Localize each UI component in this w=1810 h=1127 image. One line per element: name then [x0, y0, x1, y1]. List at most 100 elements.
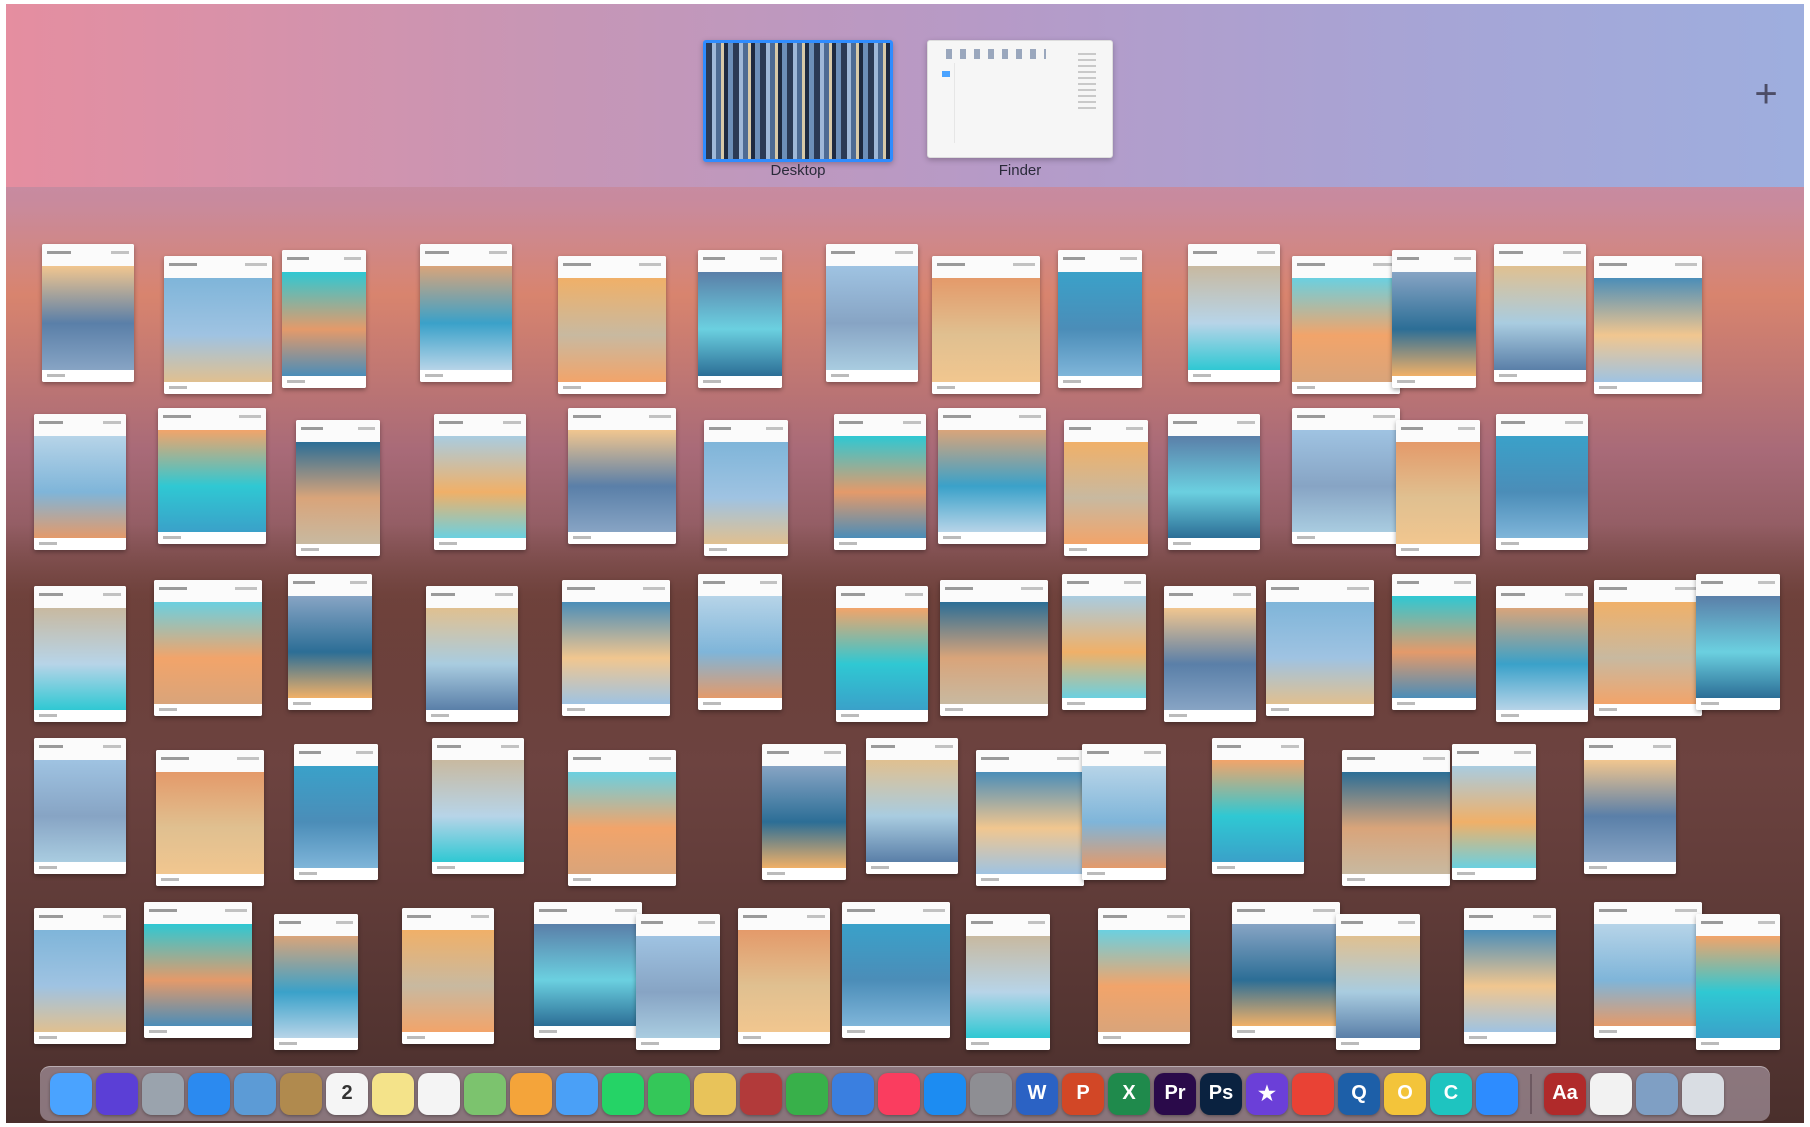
star-icon[interactable]: ★	[1246, 1072, 1288, 1115]
window-thumbnail[interactable]	[1452, 744, 1536, 880]
powerpoint-icon[interactable]: P	[1062, 1072, 1104, 1115]
window-thumbnail[interactable]	[762, 744, 846, 880]
numbers-icon[interactable]	[786, 1072, 828, 1115]
sketchbook-icon[interactable]	[694, 1072, 736, 1115]
image-capture-icon[interactable]	[1636, 1072, 1678, 1115]
zoom-icon[interactable]	[1476, 1072, 1518, 1115]
window-thumbnail[interactable]	[1396, 420, 1480, 556]
word-icon[interactable]: W	[1016, 1072, 1058, 1115]
window-thumbnail[interactable]	[1342, 750, 1450, 886]
calendar-icon[interactable]: 2	[326, 1072, 368, 1115]
window-thumbnail[interactable]	[402, 908, 494, 1044]
window-thumbnail[interactable]	[434, 414, 526, 550]
notes-icon[interactable]	[372, 1072, 414, 1115]
gear-icon[interactable]	[970, 1072, 1012, 1115]
window-thumbnail[interactable]	[940, 580, 1048, 716]
window-thumbnail[interactable]	[738, 908, 830, 1044]
outlook-icon[interactable]: O	[1384, 1072, 1426, 1115]
window-thumbnail[interactable]	[836, 586, 928, 722]
window-thumbnail[interactable]	[842, 902, 950, 1038]
app-store-icon[interactable]	[924, 1072, 966, 1115]
window-thumbnail[interactable]	[1164, 586, 1256, 722]
window-thumbnail[interactable]	[1292, 408, 1400, 544]
window-thumbnail[interactable]	[1188, 244, 1280, 382]
window-thumbnail[interactable]	[834, 414, 926, 550]
window-thumbnail[interactable]	[866, 738, 958, 874]
window-thumbnail[interactable]	[1232, 902, 1340, 1038]
window-thumbnail[interactable]	[42, 244, 134, 382]
window-thumbnail[interactable]	[1336, 914, 1420, 1050]
c-app-icon[interactable]: C	[1430, 1072, 1472, 1115]
window-thumbnail[interactable]	[432, 738, 524, 874]
window-thumbnail[interactable]	[558, 256, 666, 394]
music-icon[interactable]	[878, 1072, 920, 1115]
window-thumbnail[interactable]	[1168, 414, 1260, 550]
window-thumbnail[interactable]	[1392, 250, 1476, 388]
window-thumbnail[interactable]	[144, 902, 252, 1038]
window-thumbnail[interactable]	[562, 580, 670, 716]
window-thumbnail[interactable]	[34, 738, 126, 874]
window-thumbnail[interactable]	[1392, 574, 1476, 710]
dictionary-icon[interactable]: Aa	[1544, 1072, 1586, 1115]
window-thumbnail[interactable]	[34, 586, 126, 722]
window-thumbnail[interactable]	[1266, 580, 1374, 716]
reminders-icon[interactable]	[418, 1072, 460, 1115]
window-thumbnail[interactable]	[636, 914, 720, 1050]
launchpad-icon[interactable]	[142, 1072, 184, 1115]
finder-icon[interactable]	[50, 1072, 92, 1115]
window-thumbnail[interactable]	[1212, 738, 1304, 874]
window-thumbnail[interactable]	[568, 750, 676, 886]
window-thumbnail[interactable]	[1464, 908, 1556, 1044]
window-thumbnail[interactable]	[1594, 580, 1702, 716]
window-thumbnail[interactable]	[1058, 250, 1142, 388]
photoshop-icon[interactable]: Ps	[1200, 1072, 1242, 1115]
window-thumbnail[interactable]	[826, 244, 918, 382]
window-thumbnail[interactable]	[296, 420, 380, 556]
quicktime-icon[interactable]: Q	[1338, 1072, 1380, 1115]
window-thumbnail[interactable]	[154, 580, 262, 716]
window-thumbnail[interactable]	[1064, 420, 1148, 556]
window-thumbnail[interactable]	[1594, 902, 1702, 1038]
window-thumbnail[interactable]	[1082, 744, 1166, 880]
window-thumbnail[interactable]	[1292, 256, 1400, 394]
window-thumbnail[interactable]	[932, 256, 1040, 394]
window-thumbnail[interactable]	[1584, 738, 1676, 874]
maps-icon[interactable]	[464, 1072, 506, 1115]
safari-icon[interactable]	[188, 1072, 230, 1115]
window-thumbnail[interactable]	[288, 574, 372, 710]
window-thumbnail[interactable]	[156, 750, 264, 886]
window-thumbnail[interactable]	[1098, 908, 1190, 1044]
siri-icon[interactable]	[96, 1072, 138, 1115]
window-thumbnail[interactable]	[158, 408, 266, 544]
whatsapp-icon[interactable]	[602, 1072, 644, 1115]
window-thumbnail[interactable]	[420, 244, 512, 382]
window-thumbnail[interactable]	[966, 914, 1050, 1050]
window-thumbnail[interactable]	[568, 408, 676, 544]
window-thumbnail[interactable]	[1696, 574, 1780, 710]
trash-icon[interactable]	[1682, 1072, 1724, 1115]
window-thumbnail[interactable]	[274, 914, 358, 1050]
window-thumbnail[interactable]	[1594, 256, 1702, 394]
window-thumbnail[interactable]	[426, 586, 518, 722]
photo-booth-icon[interactable]	[740, 1072, 782, 1115]
window-thumbnail[interactable]	[1062, 574, 1146, 710]
window-thumbnail[interactable]	[698, 574, 782, 710]
preview-icon[interactable]	[234, 1072, 276, 1115]
window-thumbnail[interactable]	[164, 256, 272, 394]
window-thumbnail[interactable]	[1496, 414, 1588, 550]
window-thumbnail[interactable]	[1494, 244, 1586, 382]
window-thumbnail[interactable]	[938, 408, 1046, 544]
messages-icon[interactable]	[556, 1072, 598, 1115]
window-thumbnail[interactable]	[976, 750, 1084, 886]
premiere-pro-icon[interactable]: Pr	[1154, 1072, 1196, 1115]
photos-icon[interactable]	[510, 1072, 552, 1115]
facetime-icon[interactable]	[648, 1072, 690, 1115]
chrome-icon[interactable]	[1292, 1072, 1334, 1115]
notebook-icon[interactable]	[280, 1072, 322, 1115]
keynote-icon[interactable]	[832, 1072, 874, 1115]
window-thumbnail[interactable]	[698, 250, 782, 388]
window-thumbnail[interactable]	[34, 414, 126, 550]
excel-icon[interactable]: X	[1108, 1072, 1150, 1115]
window-thumbnail[interactable]	[1696, 914, 1780, 1050]
window-thumbnail[interactable]	[1496, 586, 1588, 722]
